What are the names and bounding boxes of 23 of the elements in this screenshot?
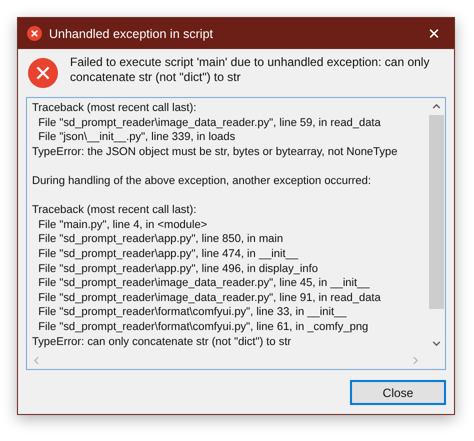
traceback-line: File "sd_prompt_reader\image_data_reader.py", line 91, in read_data (37, 290, 382, 306)
traceback-line: TypeError: the JSON object must be str, bytes or bytearray, not NoneType (32, 144, 398, 160)
traceback-line: File "sd_prompt_reader\app.py", line 496, in display_info (37, 262, 319, 276)
traceback-line: File "json\__init__.py", line 339, in loads (37, 130, 236, 145)
traceback-line: Traceback (most recent call last): (32, 101, 198, 116)
traceback-line: TypeError: can only concatenate str (not "dict") to str (32, 334, 292, 350)
error-icon (27, 26, 42, 41)
traceback-line: Traceback (most recent call last): (32, 203, 198, 218)
close-button[interactable]: ✕ (414, 18, 454, 49)
traceback-line: File "sd_prompt_reader\format\comfyui.py", line 61, in _comfy_png (37, 320, 370, 334)
window-title: Unhandled exception in script (49, 26, 214, 40)
traceback-line: File "sd_prompt_reader\format\comfyui.py", line 33, in __init__ (37, 305, 348, 320)
traceback-line: File "sd_prompt_reader\image_data_reader.py", line 59, in read_data (37, 116, 382, 130)
traceback-text-area[interactable] (26, 97, 446, 370)
traceback-line: File "main.py", line 4, in <module> (37, 218, 208, 232)
error-icon (28, 58, 58, 88)
traceback-line: During handling of the above exception, another exception occurred: (32, 174, 372, 189)
error-message: Failed to execute script 'main' due to unhandled exception: can only concatenate str (not "dict") to str (70, 55, 430, 85)
scrollbar-thumb[interactable] (429, 115, 444, 309)
traceback-line: File "sd_prompt_reader\app.py", line 474, in __init__ (37, 246, 300, 262)
close-button[interactable]: Close (350, 380, 446, 406)
traceback-line: File "sd_prompt_reader\app.py", line 850, in main (37, 232, 284, 247)
traceback-line: File "sd_prompt_reader\image_data_reader.py", line 45, in __init__ (37, 276, 371, 291)
